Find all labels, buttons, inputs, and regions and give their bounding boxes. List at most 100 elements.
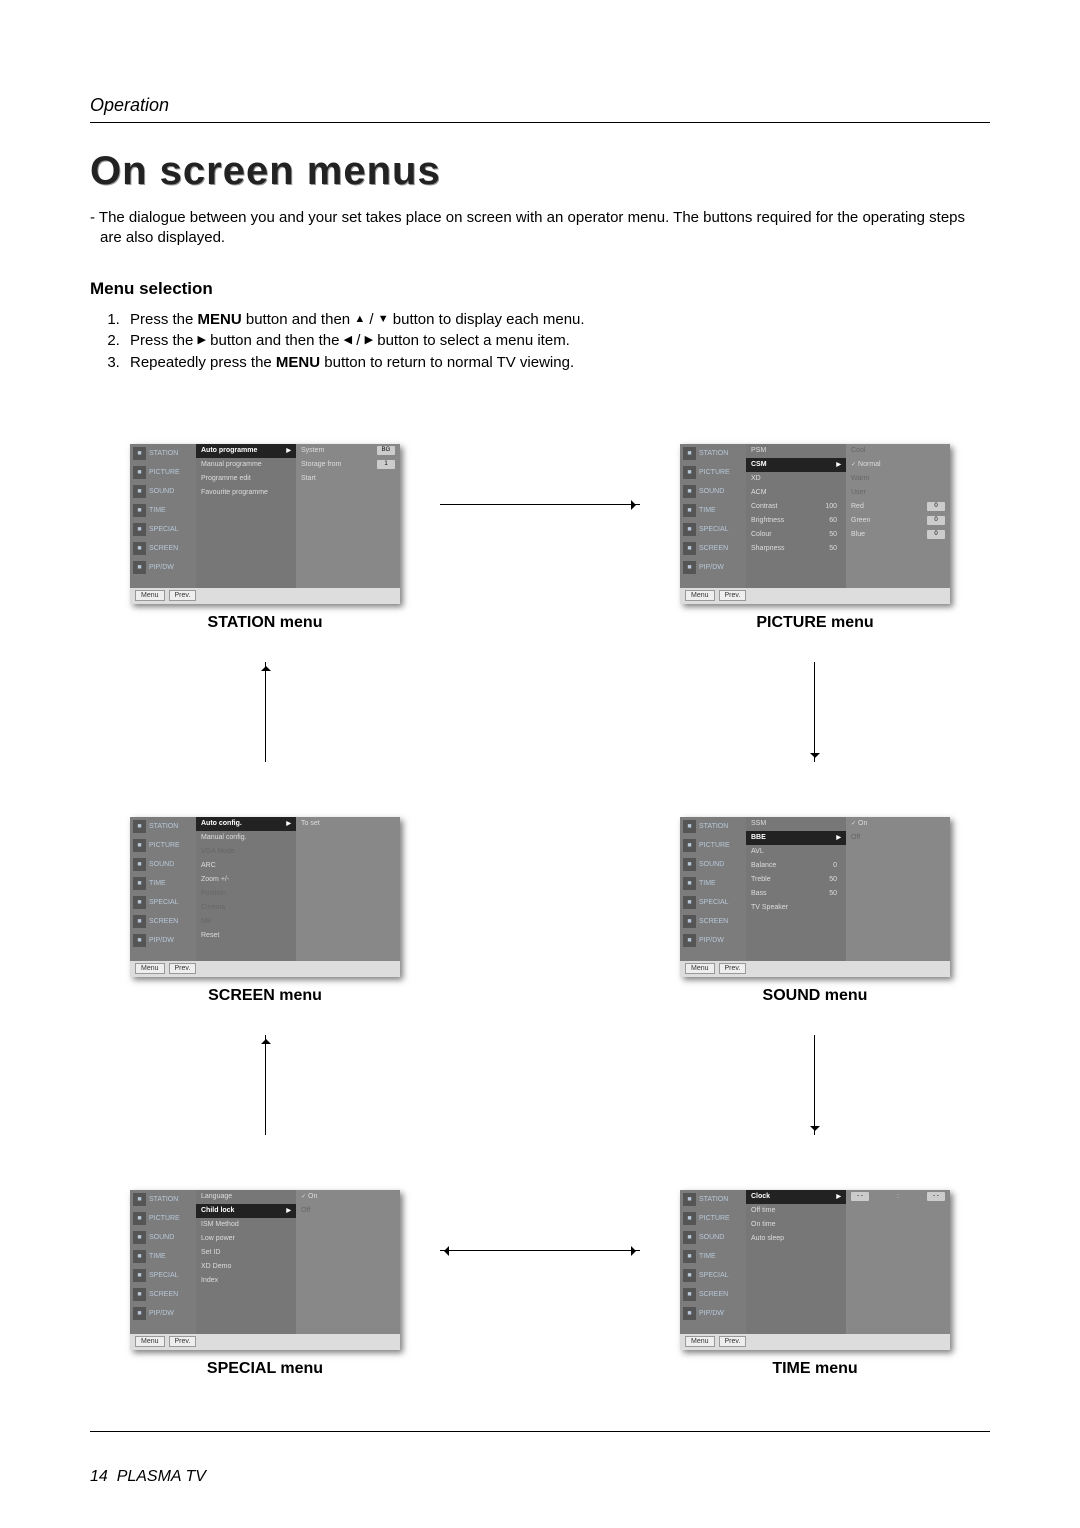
sidebar-item[interactable]: ■TIME bbox=[680, 501, 746, 520]
menu-item[interactable]: PSM bbox=[746, 444, 846, 458]
menu-item[interactable]: Favourite programme bbox=[196, 486, 296, 500]
menu-item[interactable]: ARC bbox=[196, 859, 296, 873]
menu-item[interactable]: Manual config. bbox=[196, 831, 296, 845]
prev-button[interactable]: Prev. bbox=[169, 1336, 197, 1347]
menu-item[interactable]: Cinema bbox=[196, 901, 296, 915]
menu-item[interactable]: Warm bbox=[846, 472, 950, 486]
menu-item[interactable]: Programme edit bbox=[196, 472, 296, 486]
sidebar-item[interactable]: ■PICTURE bbox=[680, 836, 746, 855]
menu-button[interactable]: Menu bbox=[135, 1336, 165, 1347]
sidebar-item[interactable]: ■STATION bbox=[130, 444, 196, 463]
menu-item[interactable]: BBE bbox=[746, 831, 846, 845]
menu-item[interactable]: AVL bbox=[746, 845, 846, 859]
sidebar-item[interactable]: ■TIME bbox=[680, 1247, 746, 1266]
menu-item[interactable]: Start bbox=[296, 472, 400, 486]
sidebar-item[interactable]: ■PIP/DW bbox=[130, 1304, 196, 1323]
sidebar-item[interactable]: ■SCREEN bbox=[680, 539, 746, 558]
menu-item[interactable]: Brightness60 bbox=[746, 514, 846, 528]
sidebar-item[interactable]: ■PICTURE bbox=[130, 836, 196, 855]
menu-item[interactable]: ACM bbox=[746, 486, 846, 500]
menu-item[interactable]: Auto programme bbox=[196, 444, 296, 458]
sidebar-item[interactable]: ■PICTURE bbox=[130, 1209, 196, 1228]
menu-item[interactable]: CSM bbox=[746, 458, 846, 472]
menu-item[interactable]: Off bbox=[296, 1204, 400, 1218]
menu-item[interactable]: Reset bbox=[196, 929, 296, 943]
sidebar-item[interactable]: ■PICTURE bbox=[680, 463, 746, 482]
menu-item[interactable]: Contrast100 bbox=[746, 500, 846, 514]
menu-item[interactable]: Child lock bbox=[196, 1204, 296, 1218]
menu-item[interactable]: SystemBG bbox=[296, 444, 400, 458]
menu-item[interactable]: Red0 bbox=[846, 500, 950, 514]
menu-item[interactable]: Set ID bbox=[196, 1246, 296, 1260]
menu-item[interactable]: On bbox=[296, 1190, 400, 1204]
sidebar-item[interactable]: ■SCREEN bbox=[130, 539, 196, 558]
prev-button[interactable]: Prev. bbox=[719, 590, 747, 601]
menu-item[interactable]: Cool bbox=[846, 444, 950, 458]
prev-button[interactable]: Prev. bbox=[719, 1336, 747, 1347]
menu-button[interactable]: Menu bbox=[135, 590, 165, 601]
sidebar-item[interactable]: ■SOUND bbox=[130, 1228, 196, 1247]
sidebar-item[interactable]: ■SOUND bbox=[680, 482, 746, 501]
sidebar-item[interactable]: ■STATION bbox=[130, 1190, 196, 1209]
prev-button[interactable]: Prev. bbox=[169, 963, 197, 974]
menu-item[interactable]: On bbox=[846, 817, 950, 831]
menu-item[interactable]: Green0 bbox=[846, 514, 950, 528]
sidebar-item[interactable]: ■SCREEN bbox=[680, 912, 746, 931]
menu-item[interactable]: On time bbox=[746, 1218, 846, 1232]
menu-item[interactable]: Zoom +/- bbox=[196, 873, 296, 887]
sidebar-item[interactable]: ■STATION bbox=[130, 817, 196, 836]
sidebar-item[interactable]: ■STATION bbox=[680, 444, 746, 463]
menu-item[interactable]: Storage from1 bbox=[296, 458, 400, 472]
menu-item[interactable]: Clock bbox=[746, 1190, 846, 1204]
menu-item[interactable]: XD Demo bbox=[196, 1260, 296, 1274]
prev-button[interactable]: Prev. bbox=[719, 963, 747, 974]
menu-item[interactable]: Auto sleep bbox=[746, 1232, 846, 1246]
sidebar-item[interactable]: ■SCREEN bbox=[680, 1285, 746, 1304]
sidebar-item[interactable]: ■SPECIAL bbox=[680, 1266, 746, 1285]
sidebar-item[interactable]: ■PIP/DW bbox=[680, 931, 746, 950]
menu-item[interactable]: Sharpness50 bbox=[746, 542, 846, 556]
sidebar-item[interactable]: ■SPECIAL bbox=[680, 520, 746, 539]
menu-item[interactable]: TV Speaker bbox=[746, 901, 846, 915]
menu-item[interactable]: Index bbox=[196, 1274, 296, 1288]
sidebar-item[interactable]: ■TIME bbox=[130, 501, 196, 520]
sidebar-item[interactable]: ■PIP/DW bbox=[680, 1304, 746, 1323]
menu-item[interactable]: To set bbox=[296, 817, 400, 831]
menu-button[interactable]: Menu bbox=[685, 590, 715, 601]
menu-item[interactable]: Balance0 bbox=[746, 859, 846, 873]
sidebar-item[interactable]: ■PICTURE bbox=[130, 463, 196, 482]
menu-button[interactable]: Menu bbox=[685, 1336, 715, 1347]
menu-item[interactable]: Normal bbox=[846, 458, 950, 472]
sidebar-item[interactable]: ■SOUND bbox=[130, 855, 196, 874]
menu-item[interactable]: XD bbox=[746, 472, 846, 486]
sidebar-item[interactable]: ■SOUND bbox=[130, 482, 196, 501]
menu-item[interactable]: Position bbox=[196, 887, 296, 901]
sidebar-item[interactable]: ■TIME bbox=[680, 874, 746, 893]
sidebar-item[interactable]: ■SPECIAL bbox=[130, 1266, 196, 1285]
menu-button[interactable]: Menu bbox=[685, 963, 715, 974]
sidebar-item[interactable]: ■SCREEN bbox=[130, 1285, 196, 1304]
menu-item[interactable]: Blue0 bbox=[846, 528, 950, 542]
menu-item[interactable]: Off bbox=[846, 831, 950, 845]
sidebar-item[interactable]: ■TIME bbox=[130, 1247, 196, 1266]
sidebar-item[interactable]: ■SCREEN bbox=[130, 912, 196, 931]
menu-item[interactable]: Low power bbox=[196, 1232, 296, 1246]
sidebar-item[interactable]: ■SPECIAL bbox=[680, 893, 746, 912]
sidebar-item[interactable]: ■TIME bbox=[130, 874, 196, 893]
sidebar-item[interactable]: ■PIP/DW bbox=[130, 931, 196, 950]
menu-item[interactable]: Language bbox=[196, 1190, 296, 1204]
menu-item[interactable]: Treble50 bbox=[746, 873, 846, 887]
menu-item[interactable]: Off time bbox=[746, 1204, 846, 1218]
menu-item[interactable]: Bass50 bbox=[746, 887, 846, 901]
menu-item[interactable]: Manual programme bbox=[196, 458, 296, 472]
menu-item[interactable]: Colour50 bbox=[746, 528, 846, 542]
sidebar-item[interactable]: ■SPECIAL bbox=[130, 520, 196, 539]
sidebar-item[interactable]: ■SOUND bbox=[680, 855, 746, 874]
sidebar-item[interactable]: ■PICTURE bbox=[680, 1209, 746, 1228]
sidebar-item[interactable]: ■PIP/DW bbox=[130, 558, 196, 577]
menu-item[interactable]: User bbox=[846, 486, 950, 500]
sidebar-item[interactable]: ■SOUND bbox=[680, 1228, 746, 1247]
menu-item[interactable]: NR bbox=[196, 915, 296, 929]
menu-item[interactable]: SSM bbox=[746, 817, 846, 831]
menu-button[interactable]: Menu bbox=[135, 963, 165, 974]
